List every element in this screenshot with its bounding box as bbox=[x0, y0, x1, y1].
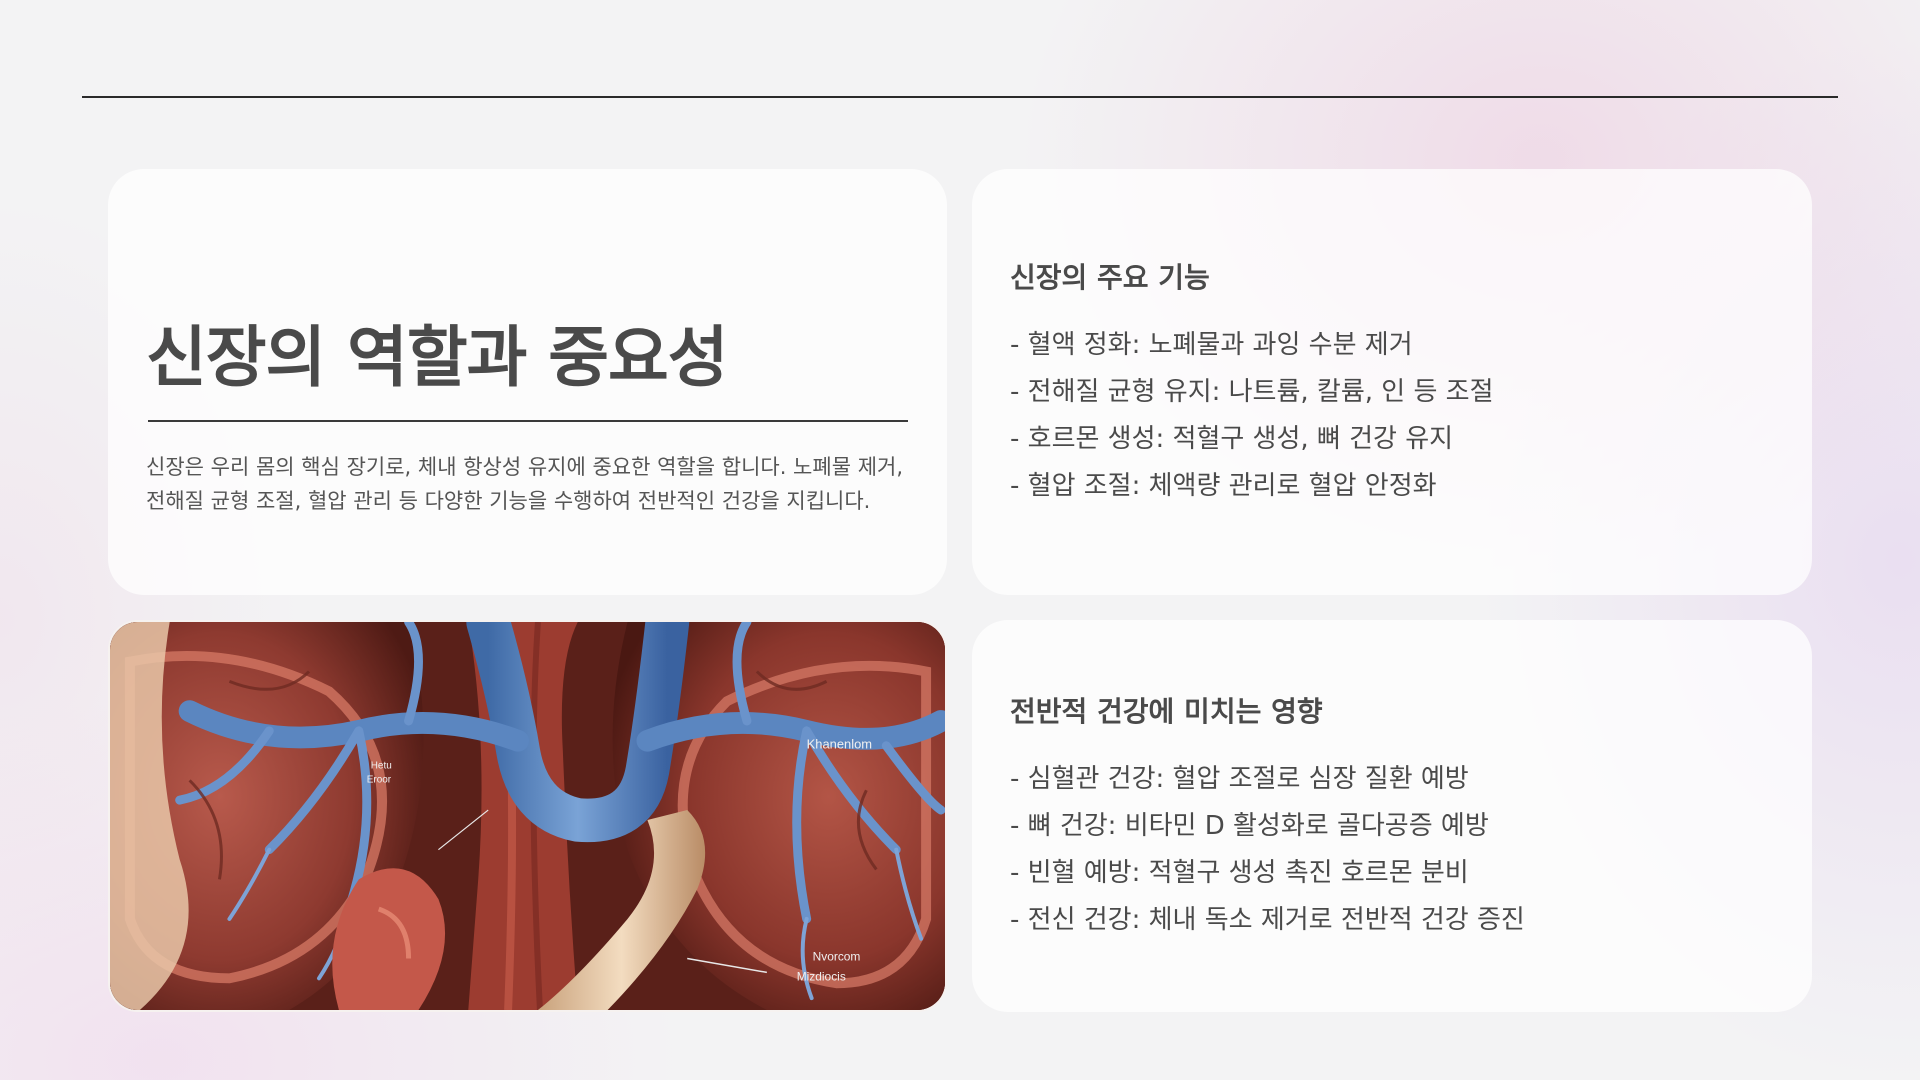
functions-item: - 전해질 균형 유지: 나트륨, 칼륨, 인 등 조절 bbox=[1010, 377, 1494, 407]
functions-heading: 신장의 주요 기능 bbox=[1010, 261, 1210, 294]
impact-list: - 심혈관 건강: 혈압 조절로 심장 질환 예방 - 뼈 건강: 비타민 D … bbox=[1010, 756, 1525, 944]
impact-item: - 빈혈 예방: 적혈구 생성 촉진 호르몬 분비 bbox=[1010, 858, 1469, 888]
anatomy-image-card: Khanenlom Hetu Eroor Nvorcom Mizdiocis bbox=[108, 620, 947, 1012]
functions-list: - 혈액 정화: 노폐물과 과잉 수분 제거 - 전해질 균형 유지: 나트륨,… bbox=[1010, 322, 1494, 510]
functions-item: - 혈액 정화: 노폐물과 과잉 수분 제거 bbox=[1010, 330, 1413, 360]
top-divider bbox=[82, 96, 1838, 98]
impact-item: - 심혈관 건강: 혈압 조절로 심장 질환 예방 bbox=[1010, 764, 1469, 794]
kidney-anatomy-illustration: Khanenlom Hetu Eroor Nvorcom Mizdiocis bbox=[110, 622, 945, 1010]
illustration-label: Mizdiocis bbox=[797, 969, 846, 983]
impact-item: - 전신 건강: 체내 독소 제거로 전반적 건강 증진 bbox=[1010, 905, 1525, 935]
illustration-label: Eroor bbox=[367, 774, 392, 785]
page-title: 신장의 역할과 중요성 bbox=[146, 319, 728, 396]
illustration-label: Hetu bbox=[371, 761, 392, 772]
illustration-label: Khanenlom bbox=[807, 737, 872, 752]
functions-item: - 혈압 조절: 체액량 관리로 혈압 안정화 bbox=[1010, 471, 1437, 501]
illustration-label: Nvorcom bbox=[813, 950, 861, 964]
title-divider bbox=[148, 420, 908, 422]
intro-paragraph: 신장은 우리 몸의 핵심 장기로, 체내 항상성 유지에 중요한 역할을 합니다… bbox=[146, 455, 904, 513]
functions-item: - 호르몬 생성: 적혈구 생성, 뼈 건강 유지 bbox=[1010, 424, 1454, 454]
impact-heading: 전반적 건강에 미치는 영향 bbox=[1010, 695, 1323, 728]
impact-item: - 뼈 건강: 비타민 D 활성화로 골다공증 예방 bbox=[1010, 811, 1489, 841]
